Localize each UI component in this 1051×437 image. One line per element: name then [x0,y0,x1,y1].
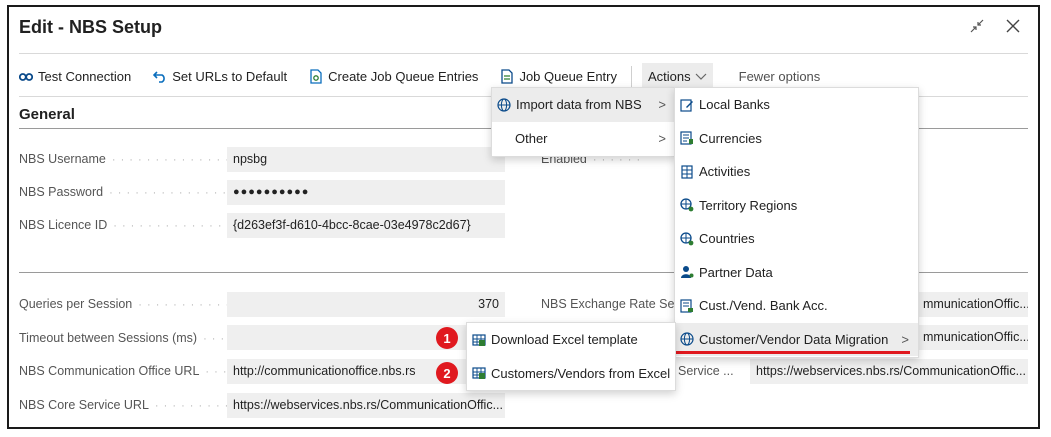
menu-countries-label: Countries [699,231,755,247]
menu-download-template[interactable]: Download Excel template [467,323,675,357]
exchange-rate-label: NBS Exchange Rate Servi [541,297,688,311]
licence-field[interactable]: {d263ef3f-d610-4bcc-8cae-03e4978c2d67} [227,213,505,238]
dialog-title: Edit - NBS Setup [19,17,162,37]
import-submenu: Local Banks Currencies Activities Territ… [674,87,919,358]
table-icon [680,165,694,179]
bank-account-icon [680,299,694,313]
comm-office-label: NBS Communication Office URL · · · · [19,364,237,378]
password-field[interactable]: ●●●●●●●●●● [227,180,505,205]
username-field[interactable]: npsbg [227,147,505,172]
menu-territory-regions-label: Territory Regions [699,197,798,213]
list-icon [680,131,694,145]
highlight-underline [676,351,910,354]
actions-label: Actions [648,69,691,84]
menu-download-template-label: Download Excel template [491,332,638,348]
password-label: NBS Password · · · · · · · · · · · · · · … [19,185,245,199]
menu-other-label: Other [515,130,548,146]
globe-gear-icon [680,198,694,212]
menu-partner-data-label: Partner Data [699,264,773,280]
menu-activities[interactable]: Activities [675,155,918,189]
job-queue-entry-button[interactable]: Job Queue Entry [500,66,617,87]
migration-submenu: Download Excel template Customers/Vendor… [466,322,676,391]
test-connection-label: Test Connection [38,69,132,84]
core-service-field[interactable]: https://webservices.nbs.rs/Communication… [227,393,505,418]
queries-field[interactable]: 370 [227,292,505,317]
globe-icon [680,332,694,346]
test-connection-button[interactable]: Test Connection [19,66,131,87]
menu-local-banks-label: Local Banks [699,97,770,113]
menu-import-nbs[interactable]: Import data from NBS > [492,88,675,122]
timeout-label: Timeout between Sessions (ms) · · · · [19,331,234,345]
comm-office-field[interactable]: http://communicationoffice.nbs.rs [227,359,505,384]
menu-currencies[interactable]: Currencies [675,122,918,156]
chevron-right-icon: > [658,130,666,146]
close-icon[interactable] [1002,15,1024,37]
document-list-icon [500,69,514,84]
globe-icon [497,98,511,112]
chevron-down-icon [695,73,707,81]
person-icon [680,265,694,279]
excel-icon [472,366,486,380]
service-label: Service ... [678,364,734,378]
actions-menu-button[interactable]: Actions [642,63,713,90]
link-icon [19,72,33,82]
create-job-queue-button[interactable]: Create Job Queue Entries [309,66,478,87]
core-service-label: NBS Core Service URL · · · · · · · · · · … [19,398,256,412]
menu-territory-regions[interactable]: Territory Regions [675,189,918,223]
menu-customers-vendors-excel-label: Customers/Vendors from Excel [491,365,671,381]
menu-import-nbs-label: Import data from NBS [516,97,642,113]
chevron-right-icon: > [658,97,666,113]
username-label: NBS Username · · · · · · · · · · · · · · … [19,152,248,166]
job-queue-entry-label: Job Queue Entry [519,69,617,84]
timeout-field[interactable]: 3 [227,325,505,350]
set-urls-button[interactable]: Set URLs to Default [153,66,287,87]
chevron-right-icon: > [901,331,909,347]
exchange-rate-field[interactable]: mmunicationOffic... [917,292,1028,317]
menu-currencies-label: Currencies [699,130,762,146]
menu-bank-accounts-label: Cust./Vend. Bank Acc. [699,298,828,314]
menu-customers-vendors-excel[interactable]: Customers/Vendors from Excel [467,357,675,391]
step-badge-1: 1 [436,327,458,349]
toolbar-divider [631,65,632,88]
menu-activities-label: Activities [699,164,751,180]
excel-icon [472,333,486,347]
title-divider [19,53,1028,54]
actions-dropdown: Import data from NBS > Other > [491,87,676,157]
set-urls-label: Set URLs to Default [172,69,288,84]
window-controls [966,15,1024,37]
undo-icon [153,70,167,83]
queries-label: Queries per Session · · · · · · · · · · ·… [19,297,239,311]
menu-other[interactable]: Other > [492,122,675,156]
menu-data-migration-label: Customer/Vendor Data Migration [699,331,889,347]
fewer-options-button[interactable]: Fewer options [739,66,821,87]
globe-gear-icon [680,232,694,246]
exchange-rate-field-2[interactable]: mmunicationOffic... [917,325,1028,350]
bank-edit-icon [680,98,694,112]
step-badge-2: 2 [436,362,458,384]
fewer-options-label: Fewer options [738,69,821,84]
collapse-icon[interactable] [966,15,988,37]
menu-bank-accounts[interactable]: Cust./Vend. Bank Acc. [675,289,918,323]
service-field[interactable]: https://webservices.nbs.rs/Communication… [750,359,1028,384]
section-general-title[interactable]: General [19,106,75,123]
menu-partner-data[interactable]: Partner Data [675,256,918,290]
menu-local-banks[interactable]: Local Banks [675,88,918,122]
licence-label: NBS Licence ID · · · · · · · · · · · · · … [19,218,240,232]
menu-countries[interactable]: Countries [675,222,918,256]
create-job-queue-label: Create Job Queue Entries [328,69,479,84]
document-gear-icon [309,69,323,84]
action-toolbar: Test Connection Set URLs to Default Crea… [19,63,842,90]
